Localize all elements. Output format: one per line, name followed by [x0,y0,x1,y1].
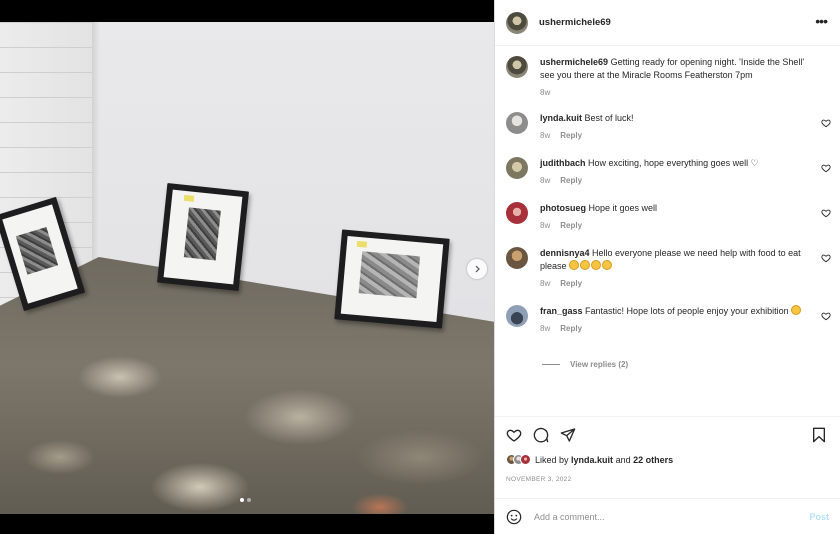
comment-text: How exciting, hope everything goes well … [588,158,759,168]
comment-username[interactable]: dennisnya4 [540,248,590,258]
comment-row: lynda.kuit Best of luck! 8w Reply [506,112,831,142]
view-replies-label: View replies (2) [570,360,629,369]
emoji-icon [569,260,580,270]
emoji-icon [591,260,602,270]
reply-button[interactable]: Reply [560,174,582,187]
comment-row: photosueg Hope it goes well 8w Reply [506,202,831,232]
avatar[interactable] [506,202,528,224]
likes-summary: Liked by lynda.kuit and 22 others [506,454,673,465]
post-media [0,0,494,534]
avatar[interactable] [506,247,528,269]
more-options-icon[interactable]: ••• [815,14,828,28]
carousel-dot-active [240,498,244,502]
post-comment-button[interactable]: Post [809,512,829,522]
carousel-dot [247,498,251,502]
post-header: ushermichele69 ••• [495,0,840,46]
liker-username[interactable]: lynda.kuit [571,455,613,465]
reply-button[interactable]: Reply [560,129,582,142]
like-comment-heart-icon[interactable] [821,208,831,218]
comments-list: ushermichele69 Getting ready for opening… [495,46,840,416]
avatar[interactable] [506,56,528,78]
liker-avatar [520,454,531,465]
post-date: NOVEMBER 3, 2022 [506,476,572,483]
post-details-panel: ushermichele69 ••• ushermichele69 Gettin… [494,0,840,534]
caption-username[interactable]: ushermichele69 [540,57,608,67]
comment-username[interactable]: fran_gass [540,306,583,316]
post-actions-bar [495,416,840,448]
chevron-right-icon [475,265,480,273]
view-replies-divider [542,364,560,365]
likes-others-link[interactable]: 22 others [633,455,673,465]
like-comment-heart-icon[interactable] [821,118,831,128]
comment-row: fran_gass Fantastic! Hope lots of people… [506,305,831,335]
caption-age: 8w [540,88,551,97]
comment-username[interactable]: lynda.kuit [540,113,582,123]
heart-icon[interactable] [506,427,522,443]
like-comment-heart-icon[interactable] [821,311,831,321]
share-icon[interactable] [560,427,576,443]
comment-age: 8w [540,221,551,230]
artwork-frame-middle [156,182,250,292]
comment-username[interactable]: photosueg [540,203,586,213]
emoji-icon[interactable] [506,509,522,525]
view-replies-button[interactable]: View replies (2) [542,360,628,369]
author-username[interactable]: ushermichele69 [539,17,611,28]
reply-button[interactable]: Reply [560,322,582,335]
add-comment-bar: Post [495,498,840,534]
comment-text: Best of luck! [584,113,634,123]
like-comment-heart-icon[interactable] [821,253,831,263]
likes-prefix: Liked by [535,454,569,465]
comment-text: Hope it goes well [588,203,658,213]
comment-icon[interactable] [533,427,549,443]
comment-age: 8w [540,279,551,288]
avatar[interactable] [506,305,528,327]
comment-age: 8w [540,176,551,185]
reply-button[interactable]: Reply [560,277,582,290]
avatar[interactable] [506,157,528,179]
emoji-icon [580,260,591,270]
author-avatar[interactable] [506,11,528,34]
comment-row: dennisnya4 Hello everyone please we need… [506,247,831,290]
emoji-icon [791,305,802,315]
comment-input[interactable] [534,511,784,522]
likes-and: and [615,454,631,465]
comment-text: Fantastic! Hope lots of people enjoy you… [585,306,789,316]
comment-row: judithbach How exciting, hope everything… [506,157,831,187]
reply-button[interactable]: Reply [560,219,582,232]
carousel-next-button[interactable] [467,259,487,279]
like-comment-heart-icon[interactable] [821,163,831,173]
emoji-icon [602,260,613,270]
caption-row: ushermichele69 Getting ready for opening… [506,56,831,99]
comment-age: 8w [540,324,551,333]
comment-age: 8w [540,131,551,140]
carousel-indicator [240,498,251,502]
bookmark-icon[interactable] [811,427,827,443]
comment-username[interactable]: judithbach [540,158,586,168]
post-photo[interactable] [0,22,494,514]
artwork-frame-right [334,229,450,329]
emoji-group [569,260,613,271]
avatar[interactable] [506,112,528,134]
photo-wall-corner [92,22,100,262]
